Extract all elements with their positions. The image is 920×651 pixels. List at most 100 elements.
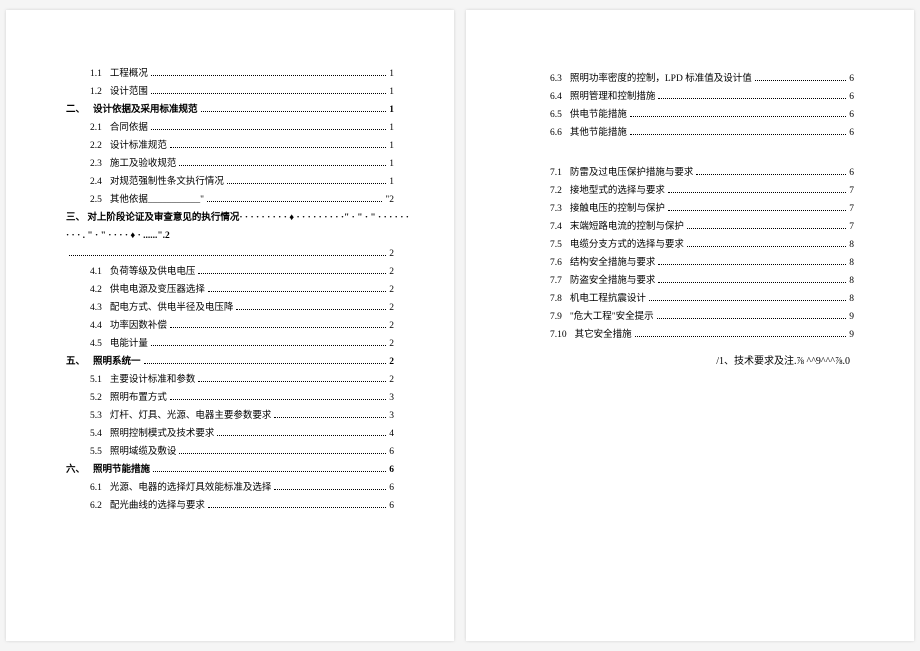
toc-heading-label: 三、 对上阶段论证及审查意见的执行情况· · · · · · · · · ♦ ·… (66, 209, 409, 227)
page-footnote: /1、技术要求及注.⅞ ^^9^^^⅞.0 (526, 352, 854, 367)
toc-entry-number: 7.5 (550, 236, 562, 254)
toc-entry-label: 设计依据及采用标准规范 (93, 101, 198, 119)
toc-leader-dots (668, 210, 846, 211)
toc-entry-label: 末端短路电流的控制与保护 (570, 218, 684, 236)
toc-sub-entry: 7.8机电工程抗震设计8 (526, 290, 854, 308)
toc-entry-number: 7.1 (550, 164, 562, 182)
toc-entry-number: 4.2 (90, 281, 102, 299)
toc-leader-dots (179, 165, 386, 166)
toc-page-number: 6 (389, 497, 394, 515)
toc-page-number: 1 (389, 101, 394, 119)
toc-entry-label: 接触电压的控制与保护 (570, 200, 665, 218)
toc-heading-entry: 五、照明系统一 2 (66, 353, 394, 371)
toc-entry-label: 照明功率密度的控制，LPD 标准值及设计值 (570, 70, 752, 88)
toc-entry-number: 2.4 (90, 173, 102, 191)
toc-entry-number: 五、 (66, 353, 85, 371)
toc-entry-label: 配光曲线的选择与要求 (110, 497, 205, 515)
toc-entry-number: 2.2 (90, 137, 102, 155)
toc-sub-entry: 5.1主要设计标准和参数2 (66, 371, 394, 389)
toc-entry-number: 5.5 (90, 443, 102, 461)
toc-page-number: 4 (389, 425, 394, 443)
toc-page-number: 7 (849, 218, 854, 236)
toc-sub-entry: 4.3配电方式、供电半径及电压降2 (66, 299, 394, 317)
toc-leader-dots (198, 381, 386, 382)
toc-sub-entry: 7.6结构安全措施与要求8 (526, 254, 854, 272)
toc-leader-dots (687, 228, 846, 229)
toc-entry-number: 7.3 (550, 200, 562, 218)
toc-heading-continuation: · · · . " · " · · · · ♦ · ......".2 (66, 227, 394, 245)
toc-page-number: 2 (389, 335, 394, 353)
toc-leader-dots (217, 435, 386, 436)
toc-sub-entry: 4.5电能计量2 (66, 335, 394, 353)
toc-page-number: 3 (389, 407, 394, 425)
toc-leader-dots (227, 183, 386, 184)
toc-leader-dots (274, 489, 386, 490)
toc-page-number: 6 (849, 88, 854, 106)
toc-page-number: 2 (389, 263, 394, 281)
toc-sub-entry: 6.2 配光曲线的选择与要求 6 (66, 497, 394, 515)
toc-entry-label: 防盗安全措施与要求 (570, 272, 656, 290)
toc-entry-number: 六、 (66, 461, 85, 479)
toc-entry-label: 照明管理和控制措施 (570, 88, 656, 106)
toc-leader-dots (208, 507, 386, 508)
toc-leader-dots (658, 98, 846, 99)
toc-page-number: 9 (849, 308, 854, 326)
toc-heading-entry: 六、照明节能措施 6 (66, 461, 394, 479)
toc-entry-number: 1.1 (90, 65, 102, 83)
toc-page-number: 6 (849, 70, 854, 88)
toc-sub-entry: 1.2设计范围1 (66, 83, 394, 101)
toc-entry-number: 2.3 (90, 155, 102, 173)
toc-entry-number: 7.9 (550, 308, 562, 326)
toc-sub-entry: 7.7防盗安全措施与要求8 (526, 272, 854, 290)
toc-entry-label: 配电方式、供电半径及电压降 (110, 299, 234, 317)
toc-entry-number: 7.10 (550, 326, 567, 344)
toc-sub-entry: 4.2供电电源及变压器选择2 (66, 281, 394, 299)
toc-entry-number: 5.4 (90, 425, 102, 443)
toc-page-number: 6 (389, 461, 394, 479)
toc-heading-entry: 二、设计依据及采用标准规范1 (66, 101, 394, 119)
toc-leader-dots (198, 273, 386, 274)
toc-leader-dots (144, 363, 387, 364)
toc-continuation-line: 2 (66, 245, 394, 263)
toc-entry-label: 工程概况 (110, 65, 148, 83)
toc-leader-dots (696, 174, 846, 175)
toc-page-number: 6 (849, 106, 854, 124)
toc-leader-dots (658, 282, 846, 283)
toc-entry-label: 照明节能措施 (93, 461, 150, 479)
toc-leader-dots (668, 192, 846, 193)
toc-page-number: 1 (389, 137, 394, 155)
toc-leader-dots (274, 417, 386, 418)
toc-entry-number: 5.1 (90, 371, 102, 389)
toc-entry-number: 7.4 (550, 218, 562, 236)
toc-sub-entry: 5.2照明布置方式3 (66, 389, 394, 407)
toc-entry-label: 机电工程抗震设计 (570, 290, 646, 308)
toc-entry-label: 照明系统一 (93, 353, 141, 371)
toc-leader-dots (236, 309, 386, 310)
toc-entry-label: 主要设计标准和参数 (110, 371, 196, 389)
toc-page-left: 1.1工程概况11.2设计范围1二、设计依据及采用标准规范12.1合同依据12.… (6, 10, 454, 641)
toc-entry-label: 结构安全措施与要求 (570, 254, 656, 272)
toc-page-number: 9 (849, 326, 854, 344)
toc-entry-number: 4.5 (90, 335, 102, 353)
toc-entry-number: 6.6 (550, 124, 562, 142)
toc-entry-label: 设计标准规范 (110, 137, 167, 155)
toc-entry-label: 其他节能措施 (570, 124, 627, 142)
toc-leader-dots (151, 75, 386, 76)
toc-entry-number: 7.2 (550, 182, 562, 200)
toc-page-number: 2 (389, 353, 394, 371)
toc-leader-dots (170, 327, 386, 328)
toc-sub-entry: 2.5其他依据___________""2 (66, 191, 394, 209)
toc-leader-dots (179, 453, 386, 454)
toc-sub-entry: 7.5电缆分支方式的选择与要求8 (526, 236, 854, 254)
toc-sub-entry: 7.3接触电压的控制与保护7 (526, 200, 854, 218)
toc-sub-entry: 2.2 设计标准规范 1 (66, 137, 394, 155)
toc-heading-entry: 三、 对上阶段论证及审查意见的执行情况· · · · · · · · · ♦ ·… (66, 209, 394, 245)
toc-leader-dots (208, 291, 386, 292)
toc-page-number: 2 (389, 317, 394, 335)
toc-entry-label: "危大工程"安全提示 (570, 308, 654, 326)
toc-page-right: 6.3照明功率密度的控制，LPD 标准值及设计值66.4照明管理和控制措施66.… (466, 10, 914, 641)
toc-page-number: 6 (849, 164, 854, 182)
toc-leader-dots (630, 134, 846, 135)
toc-entry-number: 6.2 (90, 497, 102, 515)
toc-page-number: "2 (385, 191, 394, 209)
